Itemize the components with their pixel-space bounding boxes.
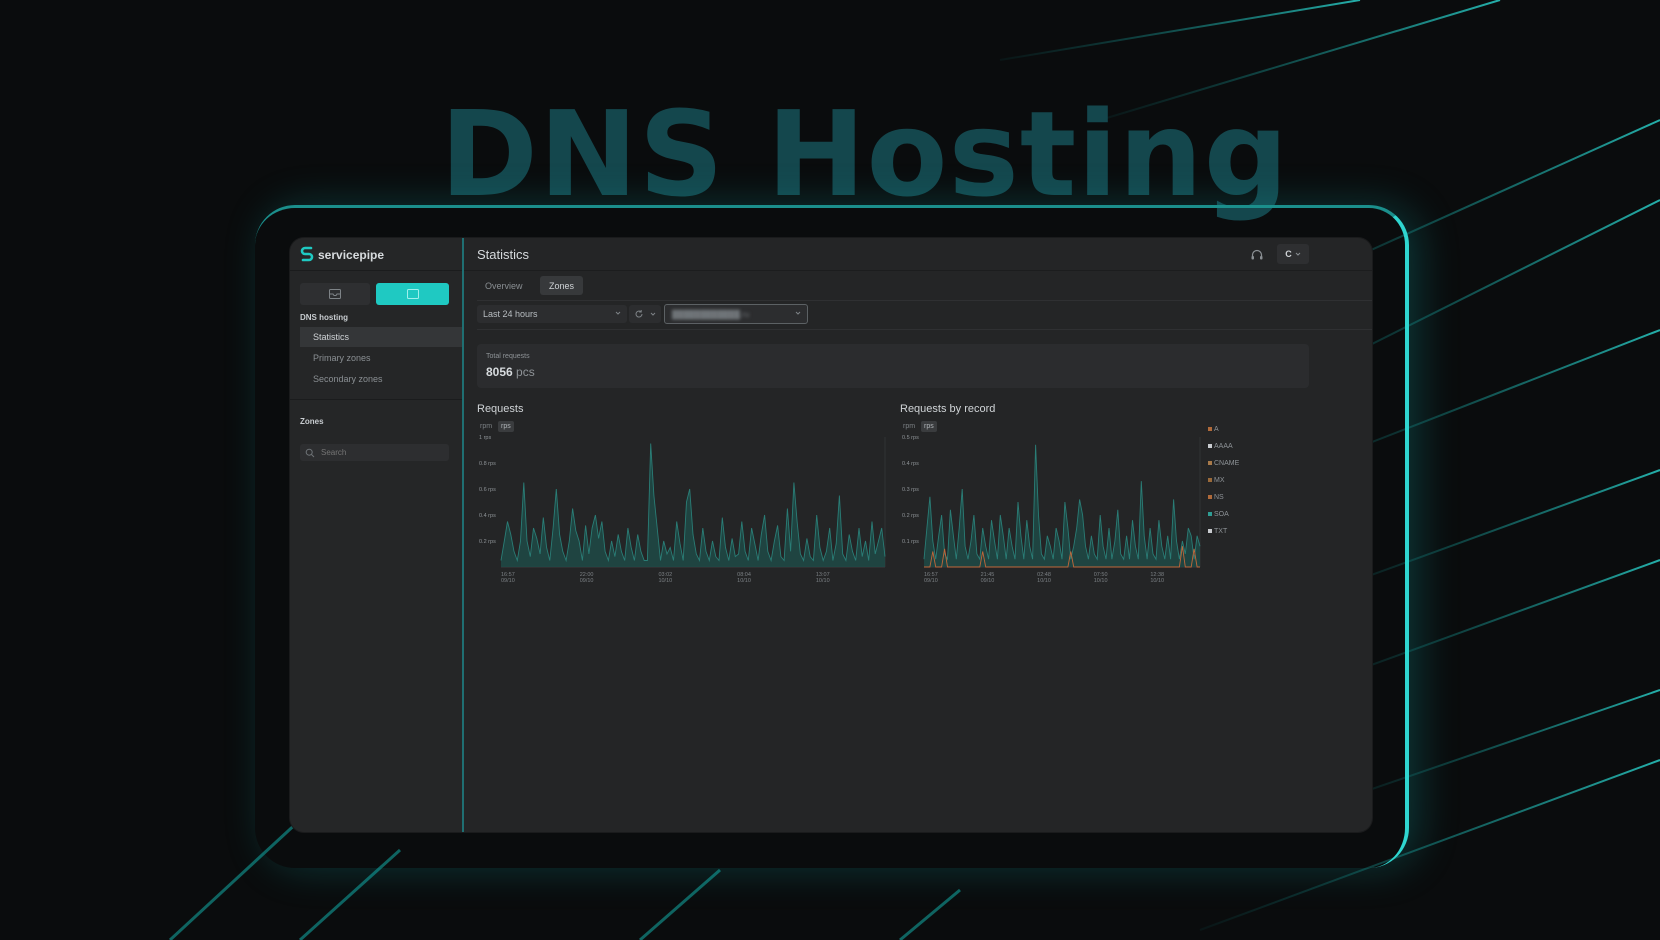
sidebar: servicepipe DNS hosting Statistics Prima…: [290, 238, 464, 832]
legend-item-a[interactable]: A: [1208, 424, 1219, 434]
sidebar-divider: [290, 270, 462, 271]
header-divider: [464, 270, 1372, 271]
by-record-toggle-rps[interactable]: rps: [921, 421, 937, 432]
account-initial: C: [1285, 249, 1292, 259]
chevron-down-icon: [795, 311, 801, 315]
legend-swatch: [1208, 512, 1212, 516]
main-content: Statistics C Overview Zones Last 24 hour…: [464, 238, 1372, 832]
chevron-down-icon: [650, 312, 656, 316]
y-tick-label: 0.2 rps: [479, 539, 496, 545]
y-tick-label: 1 rps: [479, 435, 491, 441]
legend-label: MX: [1214, 476, 1225, 484]
time-range-value: Last 24 hours: [483, 309, 538, 319]
legend-label: SOA: [1214, 510, 1229, 518]
inbox-icon: [329, 289, 341, 299]
sidebar-divider: [290, 399, 462, 400]
legend-swatch: [1208, 495, 1212, 499]
hero-title: DNS Hosting: [440, 85, 1290, 223]
x-tick-label: 10/10: [816, 578, 830, 583]
sidebar-item-statistics[interactable]: Statistics: [300, 327, 462, 347]
requests-chart: 1 rps0.8 rps0.6 rps0.4 rps0.2 rps16:5709…: [479, 435, 886, 583]
by-record-toggle-rpm[interactable]: rpm: [900, 421, 918, 432]
chevron-down-icon: [615, 311, 621, 315]
product-switch-dns[interactable]: [376, 283, 449, 305]
sidebar-item-primary-zones[interactable]: Primary zones: [300, 348, 462, 368]
search-icon: [305, 448, 315, 457]
x-tick-label: 10/10: [1094, 578, 1108, 583]
section-label-dns-hosting: DNS hosting: [300, 313, 348, 322]
refresh-icon: [635, 310, 643, 318]
requests-chart-title: Requests: [477, 403, 524, 415]
section-label-zones: Zones: [300, 417, 324, 426]
legend-item-txt[interactable]: TXT: [1208, 526, 1227, 536]
legend-swatch: [1208, 478, 1212, 482]
y-tick-label: 0.6 rps: [479, 487, 496, 493]
search-input[interactable]: [319, 447, 443, 458]
legend-label: CNAME: [1214, 459, 1240, 467]
sidebar-item-secondary-zones[interactable]: Secondary zones: [300, 369, 462, 389]
chevron-down-icon: [1295, 252, 1301, 256]
x-tick-label: 09/10: [580, 578, 594, 583]
brand-name: servicepipe: [318, 248, 385, 262]
headset-icon[interactable]: [1250, 248, 1264, 262]
y-tick-label: 0.4 rps: [479, 513, 496, 519]
app-window: servicepipe DNS hosting Statistics Prima…: [290, 238, 1372, 832]
requests-toggle-rps[interactable]: rps: [498, 421, 514, 432]
legend-label: TXT: [1214, 527, 1228, 535]
legend-swatch: [1208, 529, 1212, 533]
x-tick-label: 10/10: [737, 578, 751, 583]
total-requests-label: Total requests: [486, 353, 530, 360]
account-menu-button[interactable]: C: [1277, 244, 1309, 264]
dns-icon: [406, 289, 419, 299]
x-tick-label: 09/10: [981, 578, 995, 583]
brand[interactable]: servicepipe: [300, 246, 384, 264]
legend-label: NS: [1214, 493, 1224, 501]
series-area: [501, 443, 885, 567]
x-tick-label: 10/10: [1037, 578, 1051, 583]
legend-label: AAAA: [1214, 442, 1233, 450]
tab-zones[interactable]: Zones: [540, 276, 584, 295]
x-tick-label: 09/10: [501, 578, 515, 583]
zone-select-value: ████████████.ru: [672, 309, 750, 319]
total-requests-value: 8056 pcs: [486, 365, 535, 379]
legend-item-cname[interactable]: CNAME: [1208, 458, 1239, 468]
servicepipe-logo-icon: [300, 246, 314, 262]
zone-select[interactable]: ████████████.ru: [664, 304, 808, 324]
legend-item-aaaa[interactable]: AAAA: [1208, 441, 1233, 451]
legend-item-soa[interactable]: SOA: [1208, 509, 1229, 519]
legend-item-ns[interactable]: NS: [1208, 492, 1224, 502]
x-tick-label: 09/10: [924, 578, 938, 583]
y-tick-label: 0.4 rps: [902, 461, 919, 467]
total-requests-card: Total requests 8056 pcs: [477, 344, 1309, 388]
legend-label: A: [1214, 425, 1219, 433]
tab-overview[interactable]: Overview: [476, 276, 532, 295]
legend-swatch: [1208, 461, 1212, 465]
y-tick-label: 0.1 rps: [902, 539, 919, 545]
y-tick-label: 0.8 rps: [479, 461, 496, 467]
requests-by-record-chart: 0.5 rps0.4 rps0.3 rps0.2 rps0.1 rps16:57…: [902, 435, 1201, 583]
requests-toggle-rpm[interactable]: rpm: [477, 421, 495, 432]
y-tick-label: 0.5 rps: [902, 435, 919, 441]
total-requests-unit: pcs: [516, 365, 535, 379]
product-switch-inbox[interactable]: [300, 283, 370, 305]
page-title: Statistics: [477, 247, 530, 262]
refresh-interval-button[interactable]: [629, 305, 661, 323]
zone-search[interactable]: [300, 444, 449, 461]
time-range-select[interactable]: Last 24 hours: [477, 305, 627, 323]
legend-swatch: [1208, 444, 1212, 448]
total-requests-number: 8056: [486, 365, 513, 379]
legend-swatch: [1208, 427, 1212, 431]
tabs-divider: [477, 300, 1372, 301]
legend-item-mx[interactable]: MX: [1208, 475, 1225, 485]
x-tick-label: 10/10: [1150, 578, 1164, 583]
y-tick-label: 0.3 rps: [902, 487, 919, 493]
requests-by-record-chart-title: Requests by record: [900, 403, 996, 415]
y-tick-label: 0.2 rps: [902, 513, 919, 519]
x-tick-label: 10/10: [658, 578, 672, 583]
filters-divider: [477, 329, 1372, 330]
